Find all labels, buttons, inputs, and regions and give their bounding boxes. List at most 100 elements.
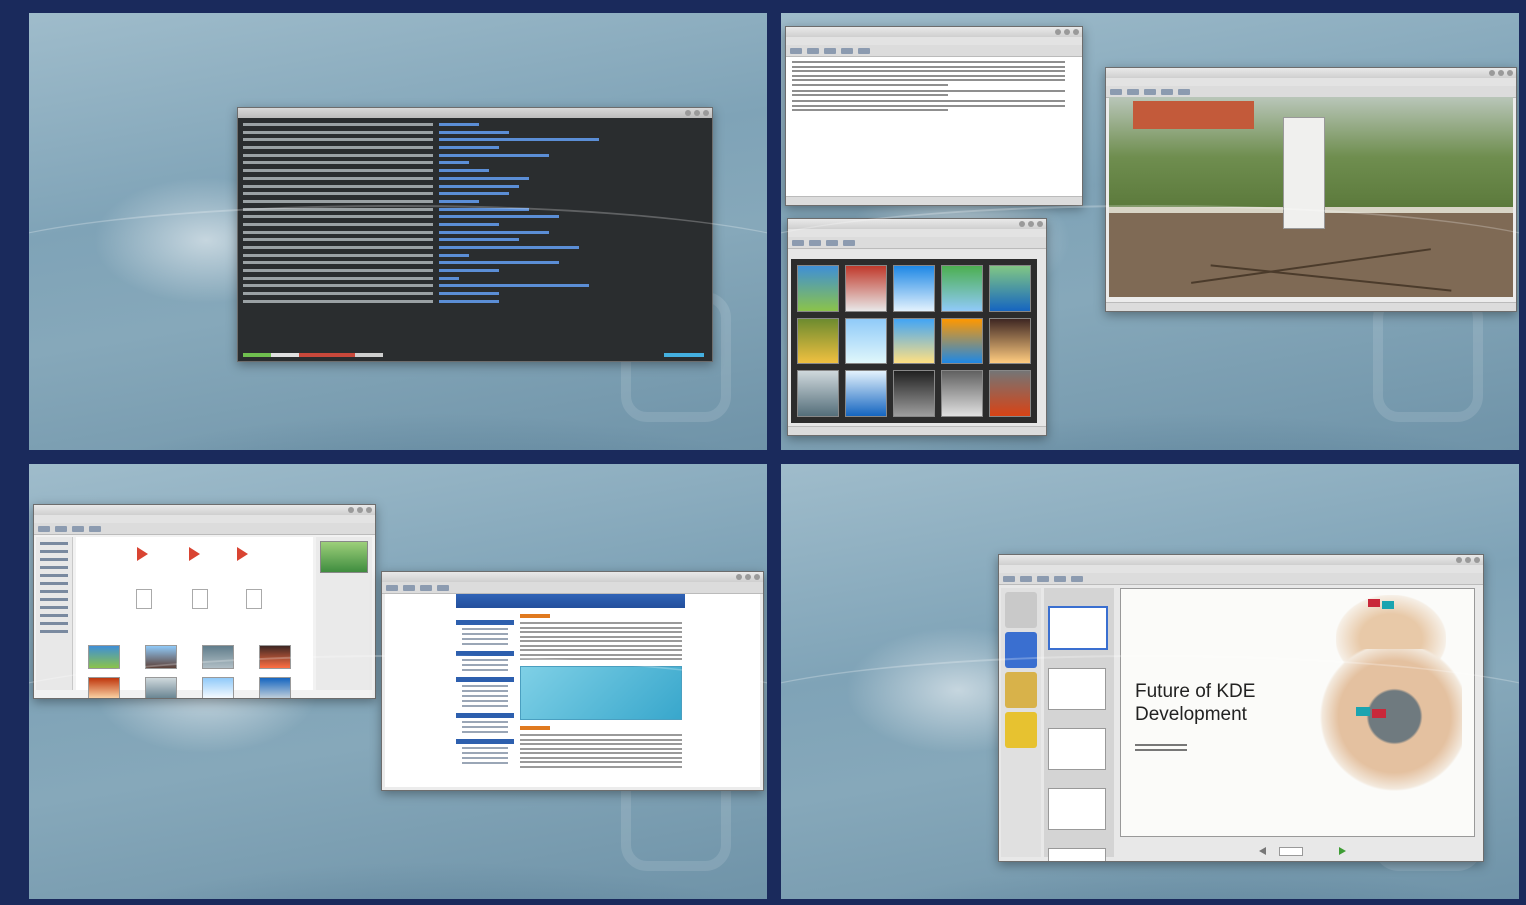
zoom-in-icon[interactable] bbox=[1161, 88, 1173, 95]
next-icon[interactable] bbox=[1127, 88, 1139, 95]
file-view[interactable] bbox=[76, 537, 313, 698]
forward-icon[interactable] bbox=[403, 584, 415, 591]
close-icon[interactable] bbox=[1073, 29, 1079, 35]
text-editor-menubar[interactable] bbox=[786, 37, 1082, 45]
window-buttons[interactable] bbox=[1456, 557, 1480, 563]
image-thumbnail-icon[interactable] bbox=[259, 677, 291, 698]
photo-manager-menubar[interactable] bbox=[788, 229, 1046, 237]
close-icon[interactable] bbox=[1037, 221, 1043, 227]
minimize-icon[interactable] bbox=[736, 574, 742, 580]
terminal-titlebar[interactable] bbox=[238, 108, 712, 118]
close-icon[interactable] bbox=[1474, 557, 1480, 563]
site-navigation[interactable] bbox=[456, 614, 514, 787]
window-buttons[interactable] bbox=[685, 110, 709, 116]
slide-thumbnail[interactable] bbox=[1048, 728, 1106, 770]
web-browser-titlebar[interactable] bbox=[382, 572, 763, 582]
virtual-desktop-2[interactable] bbox=[781, 13, 1519, 450]
zoom-out-icon[interactable] bbox=[1178, 88, 1190, 95]
nav-section-header[interactable] bbox=[456, 677, 514, 682]
minimize-icon[interactable] bbox=[348, 507, 354, 513]
reload-icon[interactable] bbox=[420, 584, 432, 591]
place-item[interactable] bbox=[40, 630, 68, 633]
nav-section-header[interactable] bbox=[456, 739, 514, 744]
close-icon[interactable] bbox=[754, 574, 760, 580]
web-page[interactable] bbox=[385, 594, 760, 787]
nav-link[interactable] bbox=[462, 705, 508, 707]
nav-link[interactable] bbox=[462, 695, 508, 697]
nav-link[interactable] bbox=[462, 757, 508, 759]
place-item[interactable] bbox=[40, 566, 68, 569]
zoom-in-icon[interactable] bbox=[1020, 575, 1032, 582]
maximize-icon[interactable] bbox=[1465, 557, 1471, 563]
maximize-icon[interactable] bbox=[745, 574, 751, 580]
photo-thumbnail-grid[interactable] bbox=[791, 259, 1037, 423]
nav-link[interactable] bbox=[462, 690, 508, 692]
image-viewer-titlebar[interactable] bbox=[1106, 68, 1516, 78]
save-icon[interactable] bbox=[824, 47, 836, 54]
photo-thumbnail[interactable] bbox=[845, 370, 887, 417]
virtual-desktop-3[interactable] bbox=[29, 464, 767, 899]
photo-thumbnail[interactable] bbox=[941, 370, 983, 417]
window-buttons[interactable] bbox=[1489, 70, 1513, 76]
file-manager-titlebar[interactable] bbox=[34, 505, 375, 515]
page-navigation[interactable] bbox=[1259, 847, 1349, 856]
nav-link[interactable] bbox=[462, 731, 508, 733]
terminal-window[interactable] bbox=[237, 107, 713, 362]
back-icon[interactable] bbox=[386, 584, 398, 591]
photo-thumbnail[interactable] bbox=[797, 265, 839, 312]
pdf-file-icon[interactable] bbox=[186, 547, 204, 563]
slide-thumbnail[interactable] bbox=[1048, 606, 1108, 650]
presentation-menubar[interactable] bbox=[999, 565, 1483, 573]
place-item[interactable] bbox=[40, 590, 68, 593]
photo-thumbnail[interactable] bbox=[797, 317, 839, 365]
document-icon[interactable] bbox=[136, 589, 152, 609]
nav-section-header[interactable] bbox=[456, 651, 514, 656]
maximize-icon[interactable] bbox=[1028, 221, 1034, 227]
file-manager-toolbar[interactable] bbox=[34, 523, 375, 535]
photo-thumbnail[interactable] bbox=[989, 370, 1031, 417]
close-icon[interactable] bbox=[366, 507, 372, 513]
minimize-icon[interactable] bbox=[1489, 70, 1495, 76]
undo-icon[interactable] bbox=[841, 47, 853, 54]
minimize-icon[interactable] bbox=[1456, 557, 1462, 563]
image-thumbnail-icon[interactable] bbox=[88, 645, 120, 669]
photo-thumbnail[interactable] bbox=[797, 370, 839, 417]
nav-link[interactable] bbox=[462, 664, 508, 666]
back-icon[interactable] bbox=[792, 239, 804, 246]
maximize-icon[interactable] bbox=[1064, 29, 1070, 35]
redo-icon[interactable] bbox=[858, 47, 870, 54]
terminal-prompt[interactable] bbox=[243, 353, 383, 357]
place-item[interactable] bbox=[40, 550, 68, 553]
view-icon[interactable] bbox=[89, 525, 101, 532]
window-buttons[interactable] bbox=[1055, 29, 1079, 35]
text-editor-toolbar[interactable] bbox=[786, 45, 1082, 57]
place-item[interactable] bbox=[40, 558, 68, 561]
nav-link[interactable] bbox=[462, 659, 508, 661]
photo-thumbnail[interactable] bbox=[845, 317, 887, 365]
photo-thumbnail[interactable] bbox=[941, 265, 983, 312]
presentation-toolbar[interactable] bbox=[999, 573, 1483, 585]
web-browser-window[interactable] bbox=[381, 571, 764, 791]
minimize-icon[interactable] bbox=[685, 110, 691, 116]
text-editor-document[interactable] bbox=[786, 61, 1082, 111]
photo-thumbnail[interactable] bbox=[893, 265, 935, 312]
previous-icon[interactable] bbox=[1003, 575, 1015, 582]
photo-thumbnail[interactable] bbox=[845, 265, 887, 312]
nav-link[interactable] bbox=[462, 726, 508, 728]
up-icon[interactable] bbox=[72, 525, 84, 532]
nav-link[interactable] bbox=[462, 633, 508, 635]
previous-icon[interactable] bbox=[1110, 88, 1122, 95]
photo-thumbnail[interactable] bbox=[989, 265, 1031, 312]
pdf-file-icon[interactable] bbox=[134, 547, 152, 563]
sidebar-tab-reviews[interactable] bbox=[1005, 672, 1037, 708]
text-editor-titlebar[interactable] bbox=[786, 27, 1082, 37]
place-item[interactable] bbox=[40, 614, 68, 617]
maximize-icon[interactable] bbox=[357, 507, 363, 513]
image-thumbnail-icon[interactable] bbox=[145, 645, 177, 669]
previous-page-icon[interactable] bbox=[1259, 847, 1266, 855]
image-thumbnail-icon[interactable] bbox=[202, 677, 234, 698]
window-buttons[interactable] bbox=[1019, 221, 1043, 227]
home-icon[interactable] bbox=[437, 584, 449, 591]
file-manager-menubar[interactable] bbox=[34, 515, 375, 523]
sidebar-tab-contents[interactable] bbox=[1005, 592, 1037, 628]
